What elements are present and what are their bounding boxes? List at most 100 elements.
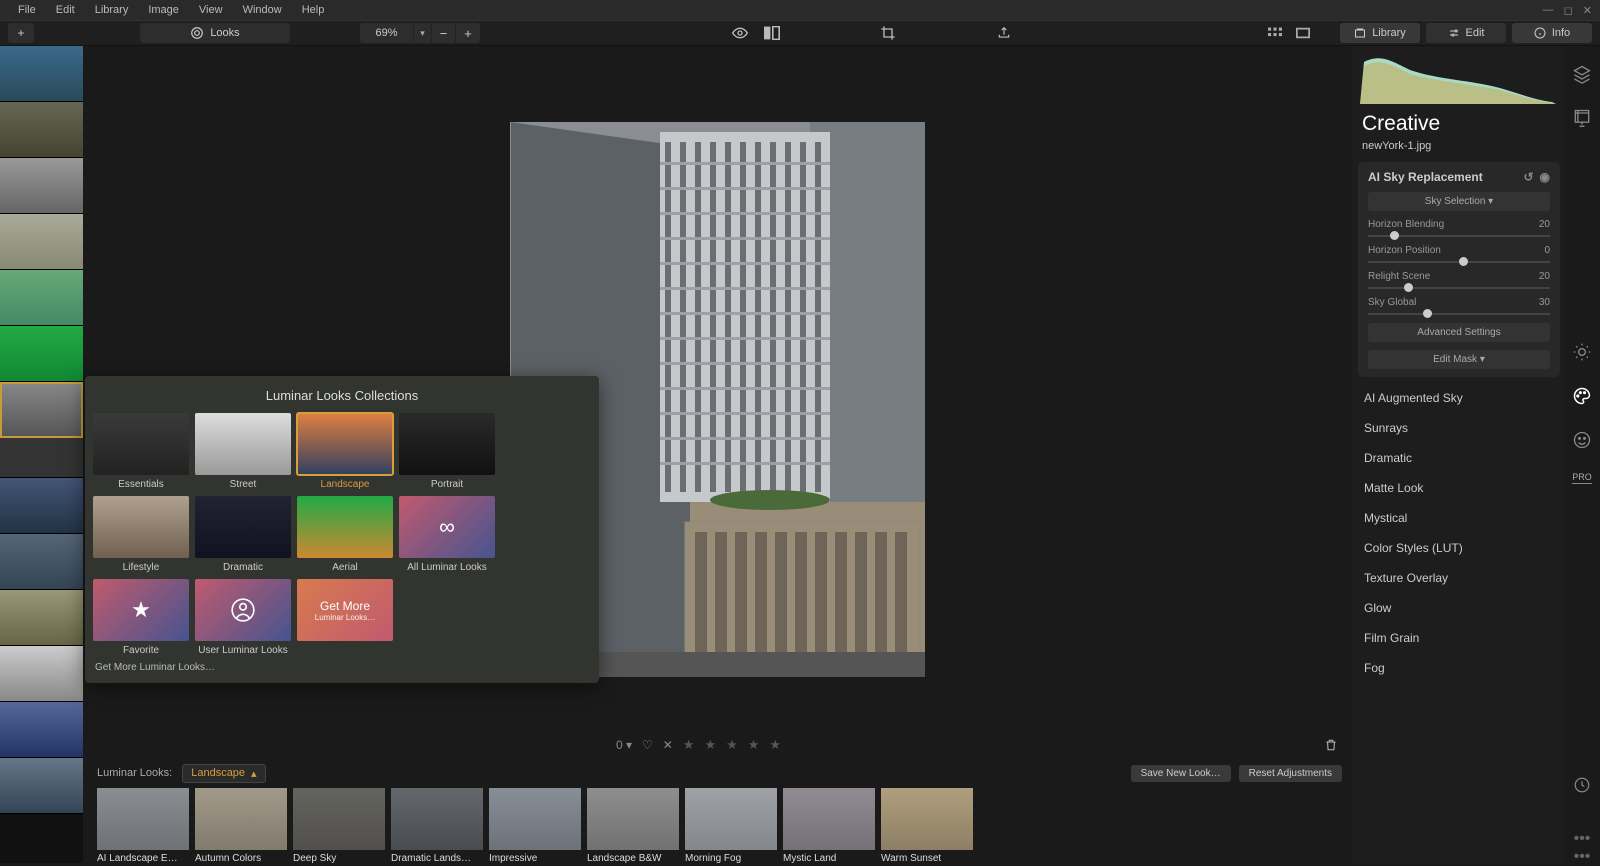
menu-image[interactable]: Image [138,4,189,16]
filter-item[interactable]: Dramatic [1358,443,1560,473]
sun-icon[interactable] [1570,340,1594,364]
filmstrip-thumb[interactable] [0,478,83,534]
filter-item[interactable]: Texture Overlay [1358,563,1560,593]
window-minimize-icon[interactable]: — [1543,4,1554,17]
get-more-looks-button[interactable]: Get MoreLuminar Looks… [297,579,393,656]
zoom-control: 69% ▾ − + [360,23,480,43]
edit-mask-button[interactable]: Edit Mask ▾ [1368,350,1550,369]
collection-portrait[interactable]: Portrait [399,413,495,490]
crop-tool-icon[interactable] [875,23,901,43]
filmstrip-thumb[interactable] [0,438,83,478]
slider-sky-global[interactable]: Sky Global30 [1368,297,1550,315]
reset-adjustments-button[interactable]: Reset Adjustments [1239,765,1342,782]
collection-street[interactable]: Street [195,413,291,490]
tab-edit[interactable]: Edit [1426,23,1506,43]
toggle-visibility-icon[interactable]: ◉ [1540,170,1550,184]
look-preset[interactable]: Deep Sky [293,788,385,864]
layers-icon[interactable] [1570,62,1594,86]
zoom-percent[interactable]: 69% [360,23,414,43]
filter-item[interactable]: Matte Look [1358,473,1560,503]
filter-item[interactable]: AI Augmented Sky [1358,383,1560,413]
color-label-count[interactable]: 0 ▾ [616,738,632,752]
reject-icon[interactable]: ✕ [663,738,673,752]
tab-library[interactable]: Library [1340,23,1420,43]
save-look-button[interactable]: Save New Look… [1131,765,1231,782]
export-icon[interactable] [991,23,1017,43]
filmstrip-thumb[interactable] [0,326,83,382]
filmstrip-thumb[interactable] [0,534,83,590]
advanced-settings-button[interactable]: Advanced Settings [1368,323,1550,342]
look-preset[interactable]: Warm Sunset [881,788,973,864]
zoom-in-button[interactable]: + [456,23,480,43]
trash-icon[interactable] [1324,737,1338,753]
menu-file[interactable]: File [8,4,46,16]
face-icon[interactable] [1570,428,1594,452]
eye-icon[interactable] [727,23,753,43]
sky-selection-button[interactable]: Sky Selection ▾ [1368,192,1550,211]
menu-edit[interactable]: Edit [46,4,85,16]
filter-item[interactable]: Mystical [1358,503,1560,533]
collection-all-luminar-looks[interactable]: ∞All Luminar Looks [399,496,495,573]
palette-icon[interactable] [1570,384,1594,408]
look-preset[interactable]: Landscape B&W [587,788,679,864]
heart-icon[interactable]: ♡ [642,738,653,752]
window-close-icon[interactable]: ✕ [1583,4,1592,17]
zoom-dropdown[interactable]: ▾ [414,23,432,43]
looks-collection-dropdown[interactable]: Landscape▴ [182,764,265,783]
filter-item[interactable]: Fog [1358,653,1560,683]
rating-star[interactable]: ★ [769,737,781,753]
undo-icon[interactable]: ↺ [1523,170,1533,184]
collection-essentials[interactable]: Essentials [93,413,189,490]
looks-panel-button[interactable]: Looks [140,23,290,43]
tab-info[interactable]: Info [1512,23,1592,43]
window-maximize-icon[interactable]: ◻ [1564,4,1573,17]
slider-horizon-blending[interactable]: Horizon Blending20 [1368,219,1550,237]
popup-footer-link[interactable]: Get More Luminar Looks… [91,656,593,673]
rating-star[interactable]: ★ [748,737,760,753]
filter-item[interactable]: Film Grain [1358,623,1560,653]
look-preset[interactable]: Mystic Land [783,788,875,864]
zoom-out-button[interactable]: − [432,23,456,43]
collection-lifestyle[interactable]: Lifestyle [93,496,189,573]
look-preset[interactable]: Morning Fog [685,788,777,864]
filmstrip-thumb-selected[interactable] [0,382,83,438]
filter-item[interactable]: Glow [1358,593,1560,623]
filmstrip-thumb[interactable] [0,646,83,702]
histogram[interactable] [1360,52,1558,104]
filmstrip-thumb[interactable] [0,46,83,102]
add-button[interactable]: + [8,23,34,43]
filter-item[interactable]: Color Styles (LUT) [1358,533,1560,563]
menu-library[interactable]: Library [85,4,139,16]
filmstrip-thumb[interactable] [0,758,83,814]
slider-relight-scene[interactable]: Relight Scene20 [1368,271,1550,289]
rating-star[interactable]: ★ [726,737,738,753]
history-icon[interactable] [1570,773,1594,797]
collection-favorite[interactable]: ★Favorite [93,579,189,656]
filmstrip-thumb[interactable] [0,158,83,214]
collection-aerial[interactable]: Aerial [297,496,393,573]
rating-star[interactable]: ★ [683,737,695,753]
look-preset[interactable]: Dramatic Lands… [391,788,483,864]
grid-view-icon[interactable] [1264,23,1286,43]
collection-user-luminar-looks[interactable]: User Luminar Looks [195,579,291,656]
filmstrip-thumb[interactable] [0,214,83,270]
collection-dramatic[interactable]: Dramatic [195,496,291,573]
filmstrip-thumb[interactable] [0,590,83,646]
single-view-icon[interactable] [1292,23,1314,43]
filter-item[interactable]: Sunrays [1358,413,1560,443]
rating-star[interactable]: ★ [704,737,716,753]
filmstrip-thumb[interactable] [0,702,83,758]
menu-view[interactable]: View [189,4,233,16]
menu-help[interactable]: Help [292,4,335,16]
look-preset[interactable]: Impressive [489,788,581,864]
compare-icon[interactable] [759,23,785,43]
filmstrip-thumb[interactable] [0,102,83,158]
menu-window[interactable]: Window [233,4,292,16]
slider-horizon-position[interactable]: Horizon Position0 [1368,245,1550,263]
look-preset[interactable]: AI Landscape E… [97,788,189,864]
collection-landscape[interactable]: Landscape [297,413,393,490]
filmstrip-thumb[interactable] [0,270,83,326]
canvas-icon[interactable] [1570,106,1594,130]
more-icon[interactable]: •••••• [1570,843,1594,853]
look-preset[interactable]: Autumn Colors [195,788,287,864]
